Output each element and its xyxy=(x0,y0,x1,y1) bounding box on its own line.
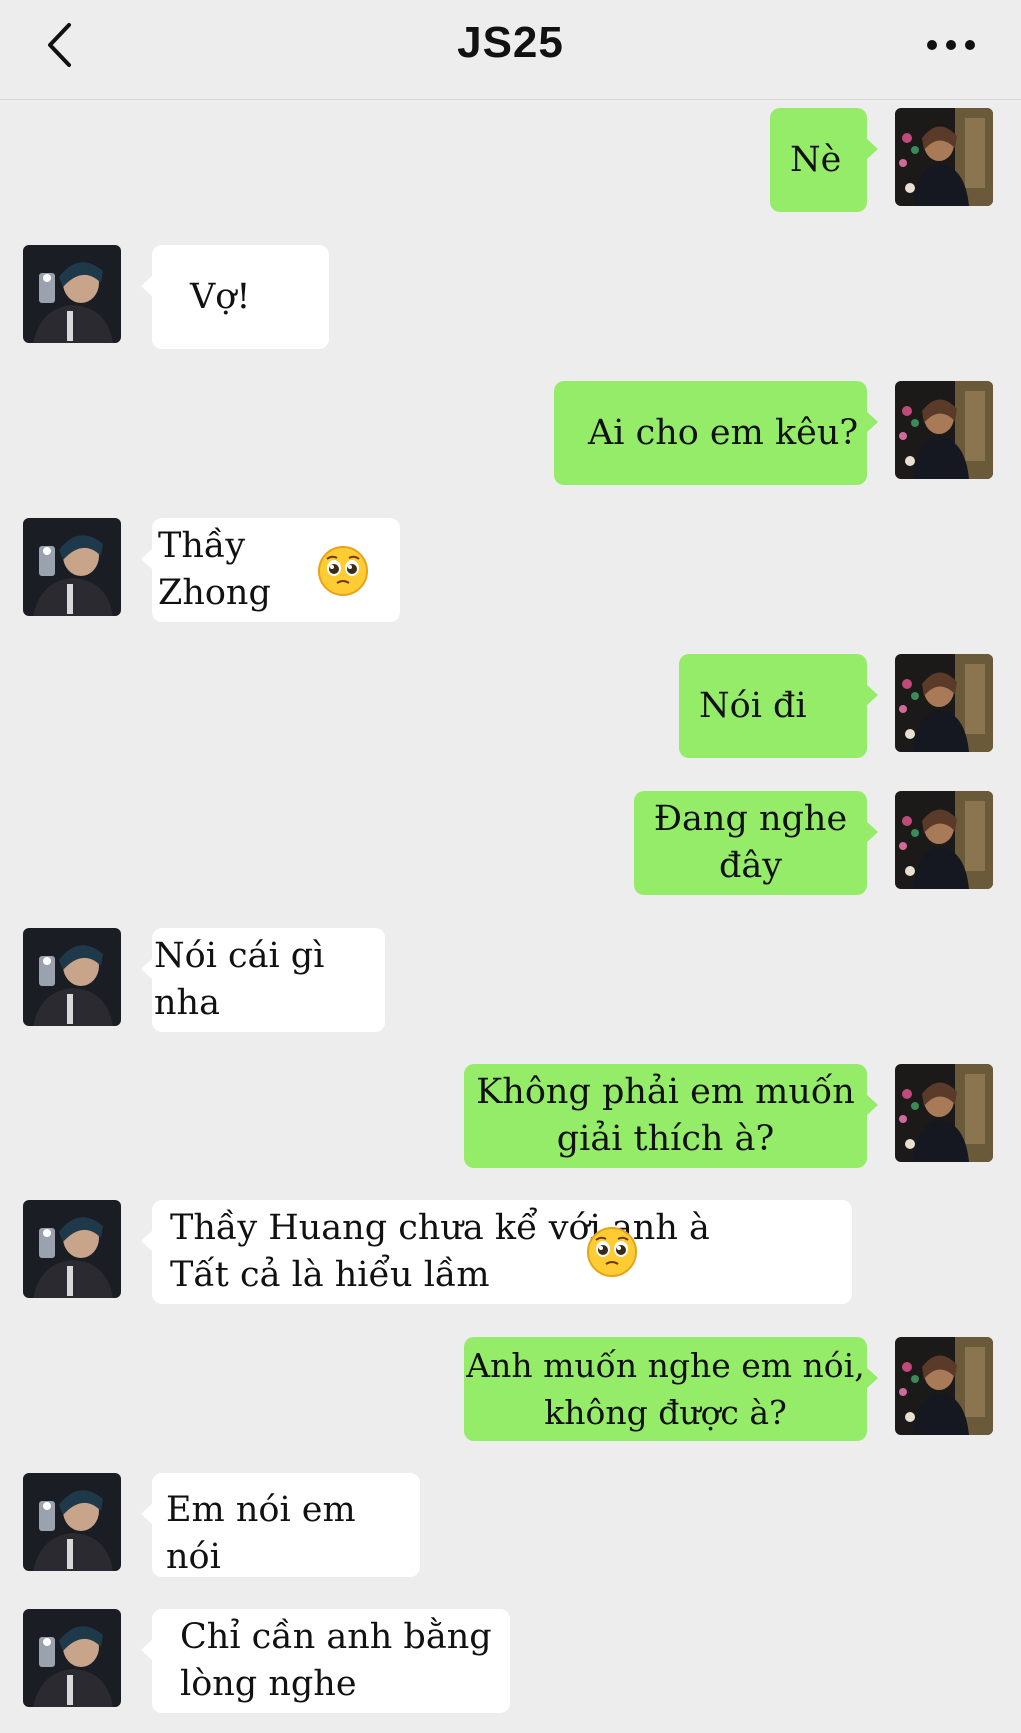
message-text: Vợ! xyxy=(190,276,251,317)
message-bubble[interactable]: Nói đi xyxy=(679,654,878,758)
my-avatar[interactable] xyxy=(895,381,993,479)
message-row-incoming: Vợ! xyxy=(0,245,1021,349)
more-button[interactable] xyxy=(921,30,981,60)
message-bubble[interactable]: Thầy Zhong xyxy=(141,518,400,622)
chat-title: JS25 xyxy=(457,18,564,67)
pleading-face-emoji-icon xyxy=(586,1226,638,1278)
message-text: Nói cái gì nha xyxy=(154,936,325,1023)
message-bubble[interactable]: Đang nghe đây xyxy=(634,791,878,895)
message-text: Thầy Zhong xyxy=(158,526,271,613)
message-bubble[interactable]: Nói cái gì nha xyxy=(141,928,385,1032)
message-row-incoming: Nói cái gì nha xyxy=(0,928,1021,1032)
message-row-outgoing: Ai cho em kêu? xyxy=(0,381,1021,485)
message-row-incoming: Chỉ cần anh bằng lòng nghe xyxy=(0,1609,1021,1713)
chat-header: JS25 xyxy=(0,0,1021,100)
message-text: Đang nghe đây xyxy=(653,799,848,886)
contact-avatar[interactable] xyxy=(23,928,121,1026)
my-avatar[interactable] xyxy=(895,654,993,752)
message-bubble[interactable]: Ai cho em kêu? xyxy=(554,381,878,485)
message-text: Em nói em nói xyxy=(166,1490,356,1577)
message-bubble[interactable]: Nè xyxy=(770,108,878,212)
message-row-outgoing: Anh muốn nghe em nói, không được à? xyxy=(0,1337,1021,1441)
contact-avatar[interactable] xyxy=(23,245,121,343)
message-text: Nè xyxy=(790,139,842,180)
message-row-outgoing: Đang nghe đây xyxy=(0,791,1021,895)
message-text: Nói đi xyxy=(699,685,807,726)
more-dots-icon xyxy=(927,40,975,50)
message-row-outgoing: Không phải em muốn giải thích à? xyxy=(0,1064,1021,1168)
pleading-face-emoji-icon xyxy=(317,545,369,597)
message-text: Anh muốn nghe em nói, không được à? xyxy=(466,1346,865,1432)
message-bubble[interactable]: Vợ! xyxy=(141,245,329,349)
message-text: Ai cho em kêu? xyxy=(588,412,859,453)
contact-avatar[interactable] xyxy=(23,1609,121,1707)
message-row-outgoing: Nói đi xyxy=(0,654,1021,758)
contact-avatar[interactable] xyxy=(23,518,121,616)
message-row-incoming: Thầy Huang chưa kể với anh à Tất cả là h… xyxy=(0,1200,1021,1304)
message-bubble[interactable]: Anh muốn nghe em nói, không được à? xyxy=(464,1337,878,1441)
message-text: Chỉ cần anh bằng lòng nghe xyxy=(180,1617,492,1704)
contact-avatar[interactable] xyxy=(23,1473,121,1571)
message-bubble[interactable]: Không phải em muốn giải thích à? xyxy=(464,1064,878,1168)
message-text: Không phải em muốn giải thích à? xyxy=(476,1072,855,1159)
my-avatar[interactable] xyxy=(895,1064,993,1162)
message-bubble[interactable]: Thầy Huang chưa kể với anh à Tất cả là h… xyxy=(141,1200,852,1304)
my-avatar[interactable] xyxy=(895,108,993,206)
message-bubble[interactable]: Chỉ cần anh bằng lòng nghe xyxy=(141,1609,510,1713)
contact-avatar[interactable] xyxy=(23,1200,121,1298)
my-avatar[interactable] xyxy=(895,791,993,889)
message-row-outgoing: Nè xyxy=(0,108,1021,212)
message-row-incoming: Em nói em nói xyxy=(0,1473,1021,1577)
message-row-incoming: Thầy Zhong xyxy=(0,518,1021,622)
message-bubble[interactable]: Em nói em nói xyxy=(141,1473,420,1577)
my-avatar[interactable] xyxy=(895,1337,993,1435)
